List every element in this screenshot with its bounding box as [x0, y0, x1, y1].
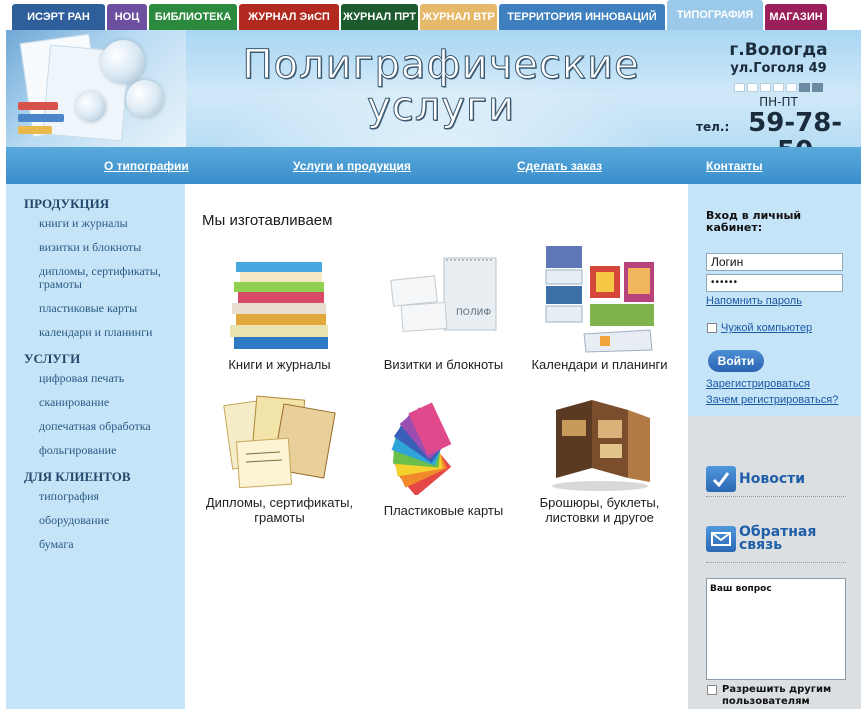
checkmark-icon	[706, 466, 736, 492]
top-tab-printing[interactable]: ТИПОГРАФИЯ	[667, 0, 763, 30]
why-register-link[interactable]: Зачем регистрироваться?	[706, 394, 838, 406]
foreign-computer-label[interactable]: Чужой компьютер	[721, 322, 812, 334]
sidebar-item-prepress[interactable]: допечатная обработка	[6, 420, 176, 433]
contact-block: г.Вологда ул.Гоголя 49 ПН-ПТ тел.: 59-78…	[696, 40, 861, 147]
feedback-widget[interactable]: Обратная связь	[706, 525, 816, 553]
sidebar-item-equipment[interactable]: оборудование	[6, 514, 176, 527]
diplomas-image	[220, 390, 340, 495]
login-input[interactable]: Логин	[706, 253, 843, 271]
product-plastic-cards[interactable]: Пластиковые карты	[361, 390, 526, 518]
phone-label: тел.:	[696, 120, 730, 134]
nav-order[interactable]: Сделать заказ	[517, 159, 602, 173]
product-plastic-cards-caption: Пластиковые карты	[383, 503, 504, 518]
register-link[interactable]: Зарегистрироваться	[706, 378, 810, 390]
brochures-image	[540, 390, 660, 495]
mail-icon	[706, 526, 736, 552]
top-tab-journal-vtr[interactable]: ЖУРНАЛ ВТР	[420, 4, 497, 30]
sidebar-item-printing-house[interactable]: типография	[6, 490, 176, 503]
nav-services[interactable]: Услуги и продукция	[293, 159, 411, 173]
sidebar-item-plastic-cards[interactable]: пластиковые карты	[6, 302, 176, 315]
top-tab-noc[interactable]: НОЦ	[107, 4, 147, 30]
product-calendars-caption: Календари и планинги	[531, 357, 668, 372]
feedback-label: Обратная связь	[739, 525, 816, 553]
sidebar-heading-clients: ДЛЯ КЛИЕНТОВ	[24, 469, 131, 484]
top-tab-bar: ИСЭРТ РАН НОЦ БИБЛИОТЕКА ЖУРНАЛ ЭиСП ЖУР…	[0, 0, 861, 30]
product-business-cards[interactable]: ПОЛИФ Визитки и блокноты	[361, 252, 526, 372]
working-days: ПН-ПТ	[759, 95, 798, 109]
main-content: Мы изготавливаем Книги и журналы ПОЛИФ В…	[185, 184, 688, 709]
feedback-label-line-2: связь	[739, 537, 783, 553]
top-tab-library[interactable]: БИБЛИОТЕКА	[149, 4, 237, 30]
top-tab-journal-eisp[interactable]: ЖУРНАЛ ЭиСП	[239, 4, 339, 30]
sidebar-item-foiling[interactable]: фольгирование	[6, 444, 176, 457]
sidebar-item-digital-print[interactable]: цифровая печать	[6, 372, 176, 385]
news-label: Новости	[739, 470, 806, 487]
product-calendars[interactable]: Календари и планинги	[517, 242, 682, 372]
svg-text:ПОЛИФ: ПОЛИФ	[456, 308, 491, 318]
news-widget[interactable]: Новости	[706, 466, 805, 492]
title-line-1: Полиграфические	[242, 42, 640, 88]
city: г.Вологда	[729, 40, 828, 60]
street-address: ул.Гоголя 49	[730, 61, 827, 76]
sidebar-item-calendars[interactable]: календари и планинги	[6, 326, 176, 339]
calendars-image	[540, 242, 660, 357]
product-books-caption: Книги и журналы	[228, 357, 331, 372]
title-line-2: услуги	[367, 84, 515, 130]
sidebar-item-books[interactable]: книги и журналы	[6, 217, 176, 230]
login-panel: Вход в личный кабинет: Логин •••••• Напо…	[688, 184, 861, 416]
product-brochures[interactable]: Брошюры, буклеты, листовки и другое	[517, 390, 682, 525]
business-cards-image: ПОЛИФ	[384, 252, 504, 357]
foreign-computer-checkbox[interactable]	[707, 323, 717, 333]
password-input[interactable]: ••••••	[706, 274, 843, 292]
allow-others-label: Разрешить другим пользователям видеть	[722, 684, 832, 709]
phone-number: 59-78-50	[748, 108, 843, 147]
login-button[interactable]: Войти	[708, 350, 764, 372]
top-tab-isert[interactable]: ИСЭРТ РАН	[12, 4, 105, 30]
nav-about[interactable]: О типографии	[104, 159, 189, 173]
sidebar-item-scanning[interactable]: сканирование	[6, 396, 176, 409]
product-diplomas[interactable]: Дипломы, сертификаты, грамоты	[197, 390, 362, 525]
nav-contacts[interactable]: Контакты	[706, 159, 763, 173]
site-header: Полиграфические услуги г.Вологда ул.Гого…	[6, 30, 861, 147]
sidebar-item-cards[interactable]: визитки и блокноты	[6, 241, 176, 254]
phone-row: тел.: 59-78-50	[696, 109, 861, 147]
books-image	[220, 252, 340, 357]
remind-password-link[interactable]: Напомнить пароль	[706, 295, 802, 307]
main-nav: О типографии Услуги и продукция Сделать …	[6, 147, 861, 184]
top-tab-innovation[interactable]: ТЕРРИТОРИЯ ИННОВАЦИЙ	[499, 4, 665, 30]
sidebar-item-paper[interactable]: бумага	[6, 538, 176, 551]
left-sidebar: ПРОДУКЦИЯ книги и журналы визитки и блок…	[6, 184, 185, 709]
product-brochures-caption: Брошюры, буклеты, листовки и другое	[539, 495, 660, 525]
sidebar-heading-services: УСЛУГИ	[24, 351, 81, 366]
top-tab-shop[interactable]: МАГАЗИН	[765, 4, 827, 30]
dot-indicator	[696, 83, 861, 92]
plastic-cards-image	[384, 390, 504, 497]
news-divider	[706, 496, 846, 497]
sidebar-item-diplomas[interactable]: дипломы, сертификаты, грамоты	[6, 265, 176, 291]
product-books[interactable]: Книги и журналы	[197, 252, 362, 372]
product-diplomas-caption: Дипломы, сертификаты, грамоты	[205, 495, 354, 525]
top-tab-journal-prt[interactable]: ЖУРНАЛ ПРТ	[341, 4, 418, 30]
sidebar-heading-products: ПРОДУКЦИЯ	[24, 196, 110, 211]
feedback-divider	[706, 562, 846, 563]
page-title: Полиграфические услуги	[196, 42, 686, 130]
feedback-textarea[interactable]: Ваш вопрос	[706, 578, 846, 680]
product-business-cards-caption: Визитки и блокноты	[383, 357, 504, 372]
right-sidebar: Вход в личный кабинет: Логин •••••• Напо…	[688, 184, 861, 709]
content-heading: Мы изготавливаем	[202, 212, 333, 229]
login-title: Вход в личный кабинет:	[706, 209, 802, 234]
